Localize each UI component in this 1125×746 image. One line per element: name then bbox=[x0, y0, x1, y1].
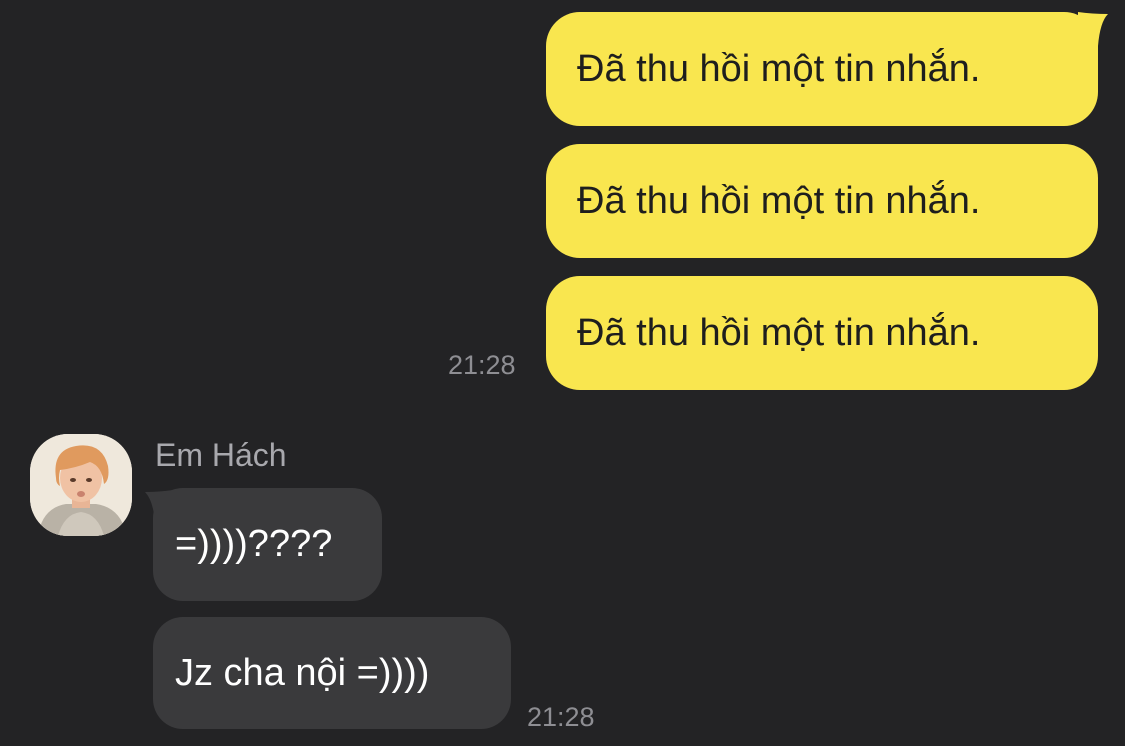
message-text: =))))???? bbox=[175, 523, 333, 565]
message-text: Jz cha nội =)))) bbox=[175, 651, 430, 694]
outgoing-message-bubble[interactable]: Đã thu hồi một tin nhắn. bbox=[546, 276, 1098, 390]
outgoing-message-bubble[interactable]: Đã thu hồi một tin nhắn. bbox=[546, 12, 1098, 126]
incoming-timestamp: 21:28 bbox=[527, 702, 595, 732]
chat-screen: Đã thu hồi một tin nhắn. Đã thu hồi một … bbox=[0, 0, 1125, 746]
sender-avatar[interactable] bbox=[30, 434, 132, 536]
bubble-tail-icon bbox=[1078, 12, 1108, 46]
outgoing-message-bubble[interactable]: Đã thu hồi một tin nhắn. bbox=[546, 144, 1098, 258]
message-text: Đã thu hồi một tin nhắn. bbox=[577, 311, 981, 354]
incoming-message-bubble[interactable]: =))))???? bbox=[153, 488, 382, 601]
sender-name: Em Hách bbox=[155, 437, 287, 473]
message-text: Đã thu hồi một tin nhắn. bbox=[577, 47, 981, 90]
message-text: Đã thu hồi một tin nhắn. bbox=[577, 179, 981, 222]
incoming-message-bubble[interactable]: Jz cha nội =)))) bbox=[153, 617, 511, 729]
profile-photo-avatar-icon bbox=[30, 434, 132, 536]
bubble-tail-icon bbox=[145, 490, 173, 522]
outgoing-timestamp: 21:28 bbox=[448, 350, 516, 380]
